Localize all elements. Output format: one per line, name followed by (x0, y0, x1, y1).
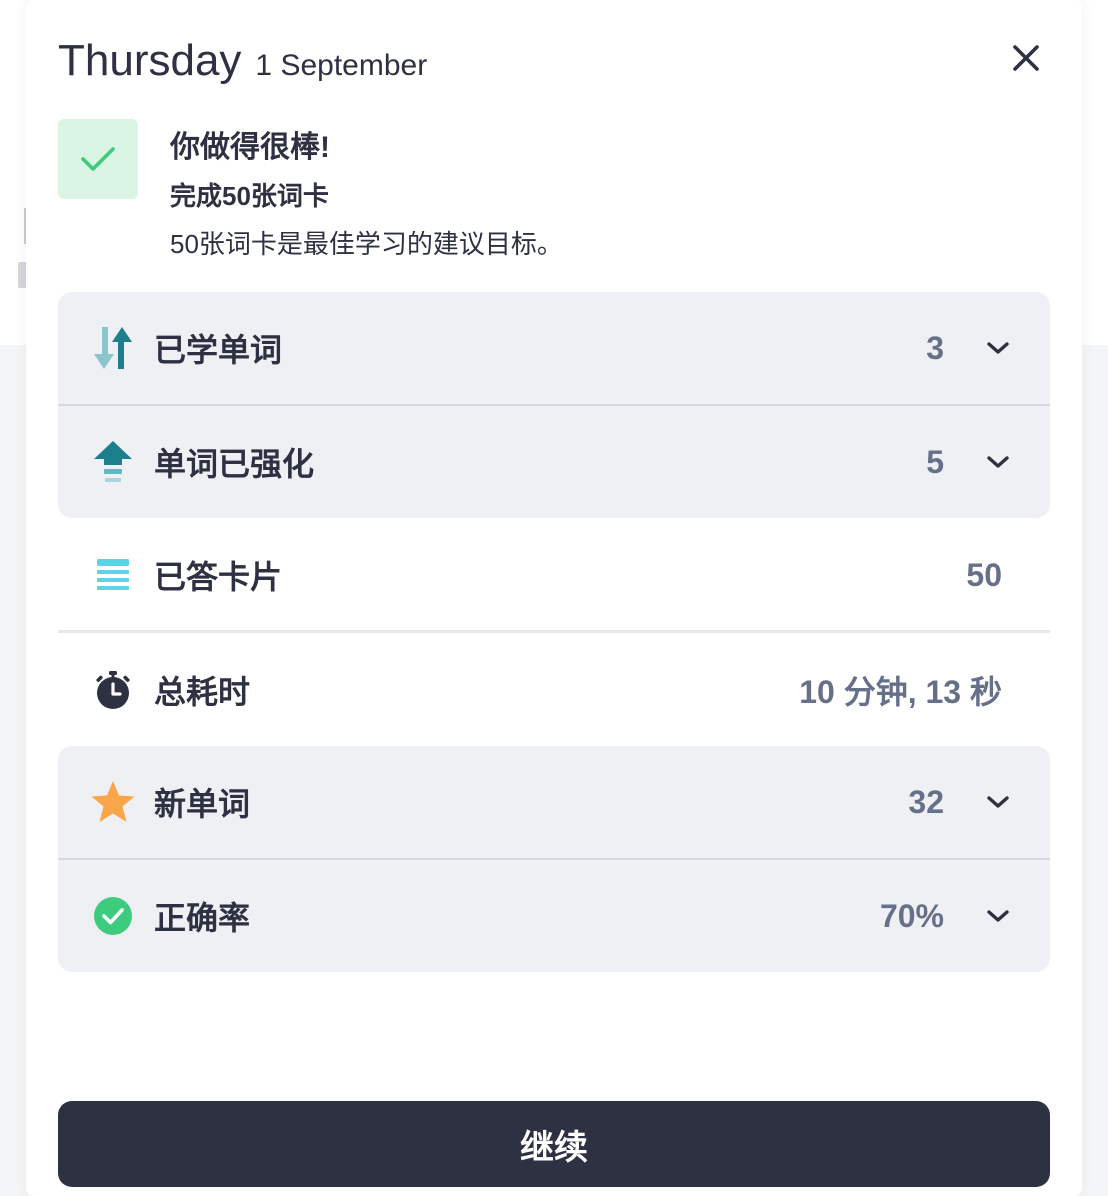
stat-row-strengthened[interactable]: 单词已强化 5 (58, 404, 1050, 518)
stat-row-learned[interactable]: 已学单词 3 (58, 292, 1050, 404)
modal-header: Thursday 1 September (58, 36, 427, 86)
stat-value: 3 (926, 329, 944, 366)
close-button[interactable] (1008, 40, 1044, 76)
checkmark-icon (81, 147, 115, 171)
stat-row-accuracy[interactable]: 正确率 70% (58, 858, 1050, 972)
card-stack-icon (90, 552, 136, 598)
title-date: 1 September (255, 49, 428, 82)
check-circle-icon (90, 893, 136, 939)
session-summary-modal: Thursday 1 September 你做得很棒! 完成50张词卡 50张词… (26, 0, 1082, 1196)
chevron-down-icon[interactable] (984, 334, 1012, 362)
learned-arrows-icon (90, 325, 136, 371)
stats-group-performance: 新单词 32 正确率 70% (58, 746, 1050, 972)
success-badge (58, 119, 138, 199)
stat-value: 70% (879, 897, 944, 934)
stat-value: 50 (966, 556, 1002, 593)
chevron-down-icon[interactable] (984, 902, 1012, 930)
chevron-down-icon[interactable] (984, 788, 1012, 816)
star-icon (90, 779, 136, 825)
divider (58, 630, 1050, 633)
stats-group-words: 已学单词 3 单词已强化 5 (58, 292, 1050, 518)
stat-label: 已学单词 (154, 332, 283, 368)
stat-label: 正确率 (154, 900, 251, 936)
title-day: Thursday (58, 36, 242, 85)
continue-label: 继续 (520, 1128, 588, 1167)
close-icon (1013, 45, 1039, 71)
stat-label: 新单词 (154, 786, 251, 822)
stopwatch-icon (90, 667, 136, 713)
stat-label: 已答卡片 (154, 559, 283, 595)
stat-label: 单词已强化 (154, 446, 315, 482)
stat-value: 32 (908, 783, 944, 820)
stat-label: 总耗时 (154, 674, 251, 710)
stat-row-new-words[interactable]: 新单词 32 (58, 746, 1050, 858)
success-description: 50张词卡是最佳学习的建议目标。 (170, 229, 563, 259)
stat-value: 5 (926, 443, 944, 480)
strengthen-up-arrow-icon (90, 439, 136, 485)
chevron-down-icon[interactable] (984, 448, 1012, 476)
success-subtitle: 完成50张词卡 (170, 181, 329, 211)
continue-button[interactable]: 继续 (58, 1101, 1050, 1187)
stat-row-answered: 已答卡片 50 (58, 519, 1050, 631)
stat-value: 10 分钟, 13 秒 (799, 674, 1002, 710)
success-title: 你做得很棒! (170, 131, 330, 164)
stat-row-time: 总耗时 10 分钟, 13 秒 (58, 634, 1050, 746)
